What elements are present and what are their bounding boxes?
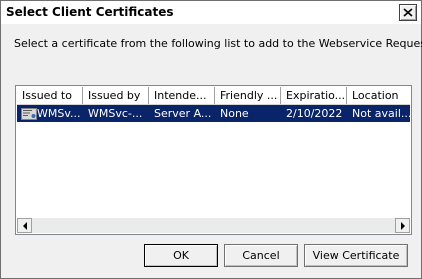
column-header-issued-by[interactable]: Issued by: [83, 87, 149, 104]
close-icon: [403, 8, 413, 17]
scroll-left-button[interactable]: [17, 218, 32, 233]
column-header-location[interactable]: Location: [347, 87, 410, 104]
title-bar[interactable]: Select Client Certificates: [1, 1, 421, 24]
ok-button[interactable]: OK: [144, 244, 218, 267]
list-header: Issued to Issued by Intende... Friendly …: [17, 87, 410, 105]
cell-friendly-name: None: [220, 107, 249, 120]
cancel-button[interactable]: Cancel: [224, 244, 298, 267]
horizontal-scrollbar[interactable]: [17, 218, 410, 233]
cell-issued-to: WMSv...: [37, 107, 81, 120]
column-header-intended-purposes[interactable]: Intende...: [149, 87, 215, 104]
cell-expiration-date: 2/10/2022: [286, 107, 343, 120]
certificate-list[interactable]: Issued to Issued by Intende... Friendly …: [15, 85, 412, 235]
scroll-thumb[interactable]: [32, 218, 395, 233]
cell-location: Not avail...: [352, 107, 410, 120]
column-header-issued-to[interactable]: Issued to: [17, 87, 83, 104]
cell-issued-by: WMSvc-...: [88, 107, 143, 120]
view-certificate-button[interactable]: View Certificate: [304, 244, 408, 267]
table-row[interactable]: WMSv... WMSvc-... Server A... None 2/10/…: [17, 105, 410, 122]
scroll-right-icon: [401, 222, 405, 230]
instruction-text: Select a certificate from the following …: [14, 37, 422, 50]
dialog-title: Select Client Certificates: [6, 5, 174, 19]
scroll-left-icon: [23, 222, 27, 230]
column-header-expiration-date[interactable]: Expiratio...: [281, 87, 347, 104]
column-header-friendly-name[interactable]: Friendly ...: [215, 87, 281, 104]
scroll-right-button[interactable]: [395, 218, 410, 233]
close-button[interactable]: [399, 4, 417, 21]
cell-intended-purposes: Server A...: [154, 107, 212, 120]
select-client-certificates-dialog: Select Client Certificates Select a cert…: [0, 0, 422, 279]
